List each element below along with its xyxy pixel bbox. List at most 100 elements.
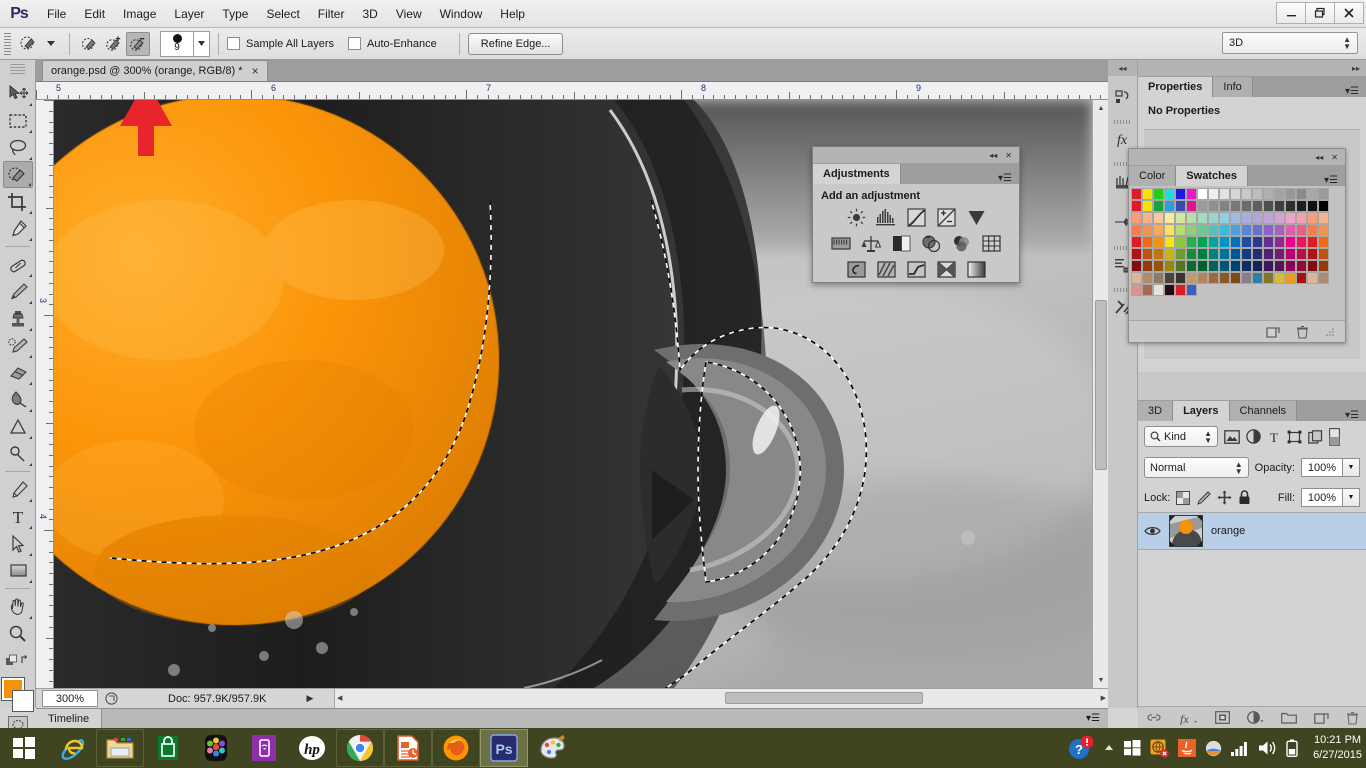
swatch-cell[interactable] (1131, 248, 1142, 260)
swatch-cell[interactable] (1175, 212, 1186, 224)
swatch-cell[interactable] (1208, 260, 1219, 272)
swatch-cell[interactable] (1208, 236, 1219, 248)
swatch-cell[interactable] (1208, 188, 1219, 200)
hue-saturation-icon[interactable] (830, 233, 853, 254)
tab-adjustments[interactable]: Adjustments (813, 164, 901, 184)
dodge-tool[interactable] (3, 440, 33, 467)
blend-mode-select[interactable]: Normal ▲ ▼ (1144, 457, 1249, 478)
swatch-cell[interactable] (1175, 272, 1186, 284)
swatch-cell[interactable] (1142, 272, 1153, 284)
tab-timeline[interactable]: Timeline (36, 709, 103, 728)
pixel-layers-icon[interactable] (1224, 429, 1240, 444)
sample-all-layers-checkbox-row[interactable]: Sample All Layers (227, 37, 334, 50)
swatch-cell[interactable] (1153, 212, 1164, 224)
color-swatches[interactable] (1, 678, 34, 712)
horizontal-ruler[interactable]: 5 6 7 8 9 (36, 82, 1108, 100)
swatch-cell[interactable] (1252, 224, 1263, 236)
swatch-cell[interactable] (1186, 224, 1197, 236)
new-swatch-icon[interactable] (1266, 325, 1280, 339)
swatch-cell[interactable] (1219, 212, 1230, 224)
swatch-cell[interactable] (1296, 200, 1307, 212)
vibrance-icon[interactable] (965, 207, 988, 228)
posterize-icon[interactable] (875, 259, 898, 280)
swatch-cell[interactable] (1142, 284, 1153, 296)
screen-cast-button[interactable] (240, 729, 288, 767)
swatch-cell[interactable] (1263, 212, 1274, 224)
swatch-cell[interactable] (1197, 248, 1208, 260)
swatch-cell[interactable] (1153, 236, 1164, 248)
adjustment-layers-icon[interactable] (1246, 429, 1261, 444)
smart-object-icon[interactable] (1308, 429, 1323, 444)
swatch-cell[interactable] (1241, 188, 1252, 200)
swatch-cell[interactable] (1230, 260, 1241, 272)
swatch-cell[interactable] (1307, 272, 1318, 284)
swatch-cell[interactable] (1263, 260, 1274, 272)
swatch-cell[interactable] (1219, 200, 1230, 212)
quick-selection-preset-icon[interactable] (17, 32, 41, 56)
scroll-down-icon[interactable]: ▼ (1093, 672, 1109, 688)
swatch-cell[interactable] (1131, 212, 1142, 224)
close-icon[interactable] (1334, 2, 1364, 24)
vertical-ruler[interactable]: 34 (36, 100, 54, 688)
swatch-cell[interactable] (1252, 236, 1263, 248)
swatch-cell[interactable] (1285, 212, 1296, 224)
swatch-cell[interactable] (1164, 236, 1175, 248)
history-icon[interactable] (1108, 76, 1138, 118)
swatch-cell[interactable] (1175, 224, 1186, 236)
swatch-cell[interactable] (1142, 224, 1153, 236)
add-to-selection-mode-button[interactable] (102, 32, 126, 56)
swatch-cell[interactable] (1197, 200, 1208, 212)
swatch-cell[interactable] (1241, 260, 1252, 272)
swatch-cell[interactable] (1285, 248, 1296, 260)
swatch-cell[interactable] (1197, 236, 1208, 248)
photo-filter-icon[interactable] (920, 233, 943, 254)
collapse-icon[interactable]: ◂◂ (1315, 153, 1323, 162)
swatch-cell[interactable] (1241, 212, 1252, 224)
channel-mixer-icon[interactable] (950, 233, 973, 254)
timeline-panel-menu-icon[interactable]: ▾☰ (1086, 713, 1108, 724)
swatch-cell[interactable] (1219, 236, 1230, 248)
swatch-cell[interactable] (1131, 260, 1142, 272)
swatch-cell[interactable] (1230, 236, 1241, 248)
swatch-cell[interactable] (1153, 272, 1164, 284)
firefox-button[interactable] (432, 729, 480, 767)
action-center-alert-icon[interactable]: ? (1068, 735, 1094, 761)
status-expand-icon[interactable]: ▶ (306, 693, 313, 704)
tab-swatches[interactable]: Swatches (1176, 166, 1249, 186)
swatch-cell[interactable] (1186, 188, 1197, 200)
swatch-cell[interactable] (1285, 188, 1296, 200)
layer-style-fx-icon[interactable]: fx (1179, 711, 1198, 725)
swatch-cell[interactable] (1307, 248, 1318, 260)
swatch-cell[interactable] (1307, 224, 1318, 236)
quick-selection-tool[interactable] (2, 161, 33, 188)
menu-edit[interactable]: Edit (75, 3, 114, 25)
swatch-cell[interactable] (1208, 248, 1219, 260)
swatch-cell[interactable] (1307, 236, 1318, 248)
eraser-tool[interactable] (3, 359, 33, 386)
tab-color[interactable]: Color (1129, 166, 1177, 186)
start-button[interactable] (0, 729, 48, 767)
java-icon[interactable] (1178, 739, 1197, 757)
store-button[interactable] (144, 729, 192, 767)
swatch-cell[interactable] (1197, 260, 1208, 272)
swatch-cell[interactable] (1307, 260, 1318, 272)
close-icon[interactable]: ✕ (1331, 153, 1338, 162)
layer-name[interactable]: orange (1211, 525, 1245, 537)
lock-all-icon[interactable] (1238, 490, 1251, 505)
delete-swatch-icon[interactable] (1296, 325, 1309, 339)
type-layers-icon[interactable]: T (1267, 430, 1281, 444)
swatch-cell[interactable] (1274, 260, 1285, 272)
hand-tool[interactable] (3, 593, 33, 620)
background-color-swatch[interactable] (11, 690, 34, 712)
swatch-cell[interactable] (1318, 248, 1329, 260)
black-white-icon[interactable] (890, 233, 913, 254)
properties-panel-menu-icon[interactable]: ▾☰ (1345, 86, 1366, 97)
status-menu-icon[interactable] (98, 692, 124, 705)
tab-properties[interactable]: Properties (1138, 77, 1214, 97)
document-tab[interactable]: orange.psd @ 300% (orange, RGB/8) * × (42, 60, 268, 81)
swatch-cell[interactable] (1219, 224, 1230, 236)
subtract-from-selection-mode-button[interactable] (126, 31, 150, 56)
swatch-cell[interactable] (1164, 284, 1175, 296)
lock-position-icon[interactable] (1217, 490, 1232, 505)
volume-icon[interactable] (1258, 740, 1277, 756)
